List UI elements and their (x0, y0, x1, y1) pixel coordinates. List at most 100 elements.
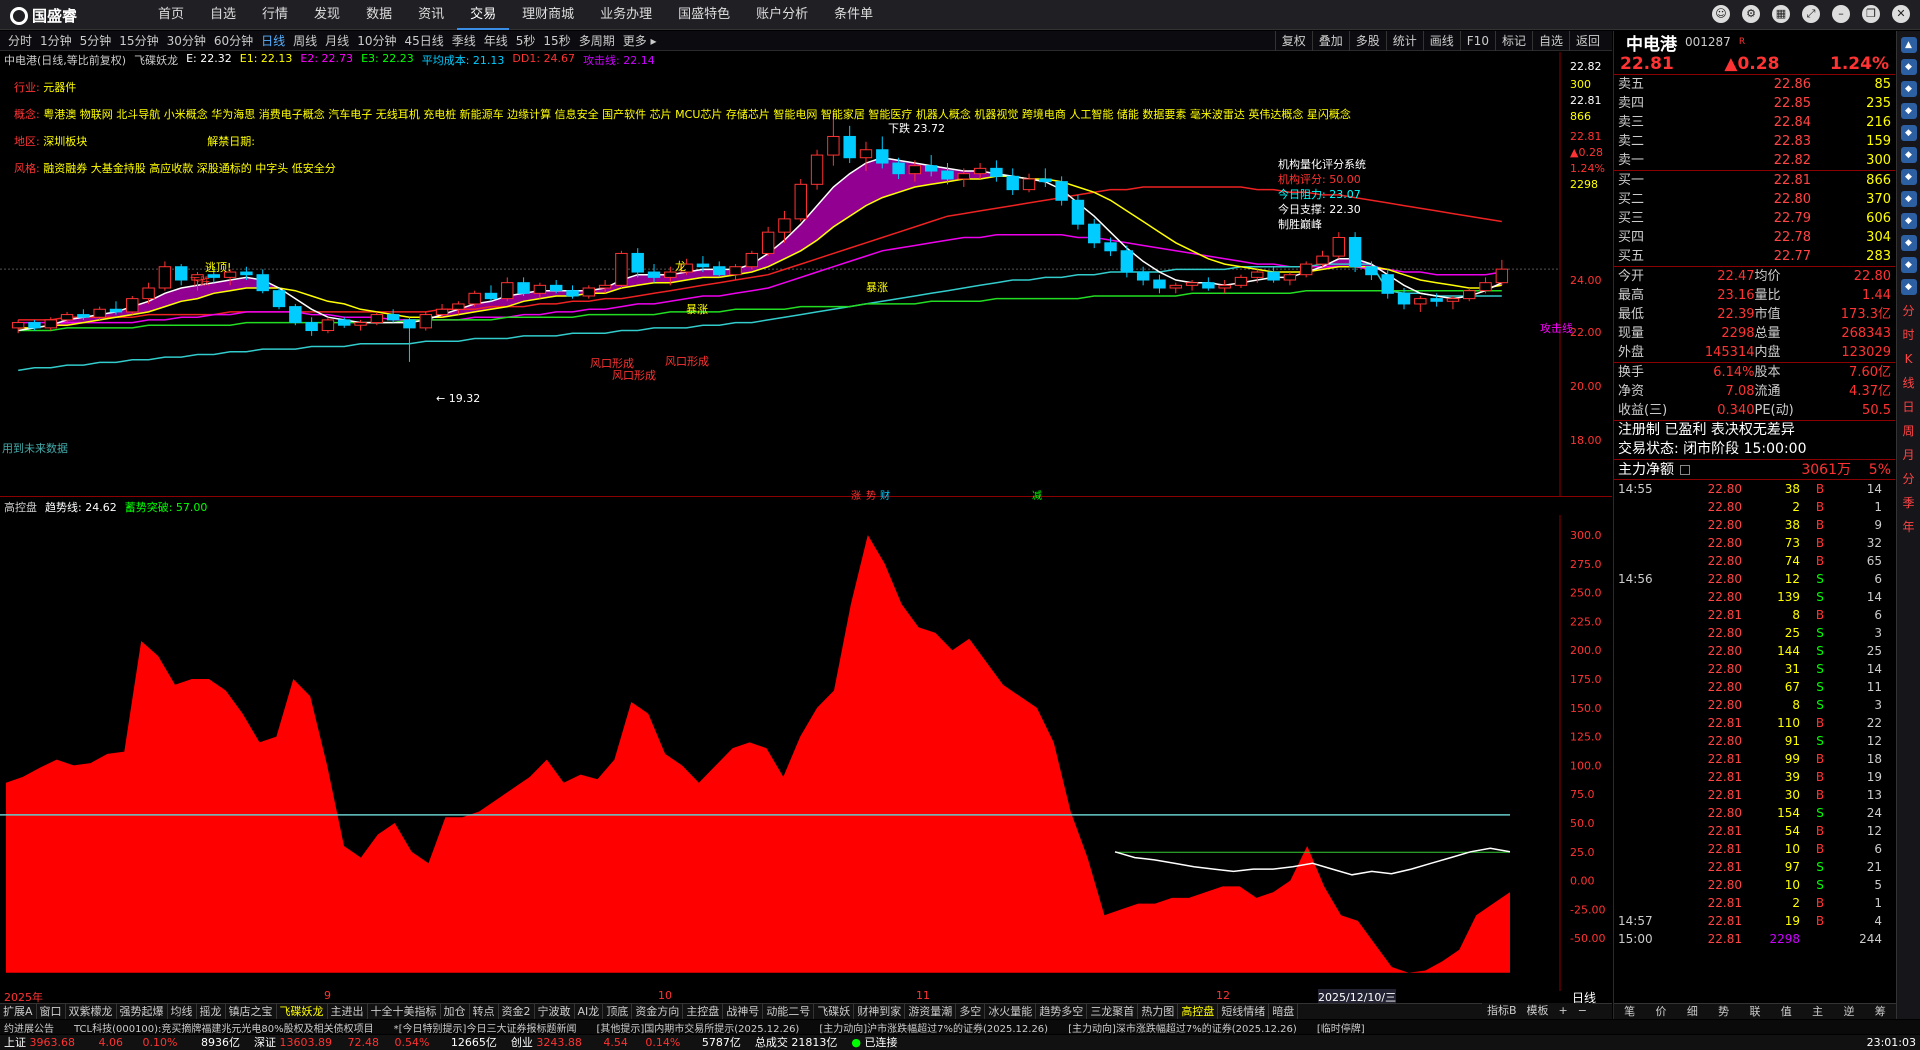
news-item[interactable]: [其他提示]国内期市交易所提示(2025.12.26) (596, 1020, 799, 1034)
tool-1[interactable]: 叠加 (1311, 31, 1349, 51)
book-row[interactable]: 买四 22.78 304 (1614, 228, 1895, 247)
period-4[interactable]: 30分钟 (163, 31, 210, 51)
indicator-tab-16[interactable]: 资金方向 (632, 1004, 684, 1019)
minimize-icon[interactable]: – (1832, 5, 1850, 23)
period-1[interactable]: 1分钟 (36, 31, 76, 51)
indicator-tab-30[interactable]: 暗盘 (1269, 1004, 1299, 1019)
side-text-8[interactable]: 季 (1901, 495, 1917, 511)
sz-index[interactable]: 深证 13603.89 72.48 0.54% 12665亿 (254, 1035, 497, 1050)
indicator-tab-26[interactable]: 三龙聚首 (1087, 1004, 1139, 1019)
indicator2-chart[interactable]: 300.0 275.0 250.0 225.0 200.0 175.0 150.0 125.0… (0, 515, 1612, 991)
period-8[interactable]: 月线 (321, 31, 353, 51)
tick-tab-0[interactable]: 笔 (1614, 1004, 1645, 1019)
tool-3[interactable]: 统计 (1385, 31, 1423, 51)
side-text-6[interactable]: 月 (1901, 447, 1917, 463)
indicator-tab-9[interactable]: 十全十美指标 (368, 1004, 441, 1019)
period-6[interactable]: 日线 (257, 31, 289, 51)
indicator-right-2[interactable]: + (1554, 1003, 1573, 1019)
indicator-tab-24[interactable]: 冰火量能 (985, 1004, 1037, 1019)
menu-3[interactable]: 发现 (301, 0, 353, 30)
tool-0[interactable]: 复权 (1274, 31, 1312, 51)
menu-5[interactable]: 资讯 (405, 0, 457, 30)
book-row[interactable]: 买二 22.80 370 (1614, 190, 1895, 209)
period-5[interactable]: 60分钟 (210, 31, 257, 51)
gear-icon[interactable]: ⚙ (1742, 5, 1760, 23)
period-3[interactable]: 15分钟 (115, 31, 162, 51)
cy-index[interactable]: 创业 3243.88 4.54 0.14% 5787亿 (511, 1035, 741, 1050)
period-2[interactable]: 5分钟 (76, 31, 116, 51)
restore-icon[interactable]: ❐ (1862, 5, 1880, 23)
indicator-tab-0[interactable]: 扩展A (0, 1004, 37, 1019)
menu-10[interactable]: 账户分析 (743, 0, 821, 30)
book-row[interactable]: 买三 22.79 606 (1614, 209, 1895, 228)
side-text-5[interactable]: 周 (1901, 423, 1917, 439)
news-item[interactable]: TCL科技(000100):竞买摘牌福建兆元光电80%股权及相关债权项目 (74, 1020, 374, 1034)
indicator-tab-10[interactable]: 加仓 (441, 1004, 470, 1019)
indicator-tab-22[interactable]: 游资量潮 (905, 1004, 957, 1019)
menu-6[interactable]: 交易 (457, 0, 510, 30)
indicator-tab-8[interactable]: 主进出 (328, 1004, 368, 1019)
indicator-right-0[interactable]: 指标B (1482, 1003, 1522, 1019)
tick-tab-7[interactable]: 逆 (1833, 1004, 1864, 1019)
tool-7[interactable]: 自选 (1531, 31, 1569, 51)
indicator-tab-14[interactable]: AI龙 (575, 1004, 604, 1019)
indicator-right-3[interactable]: − (1573, 1003, 1592, 1019)
indicator-tab-2[interactable]: 双紫檬龙 (66, 1004, 117, 1019)
side-a[interactable]: ◆ (1900, 59, 1917, 75)
side-text-9[interactable]: 年 (1901, 519, 1917, 535)
book-row[interactable]: 卖二 22.83 159 (1614, 132, 1895, 151)
menu-11[interactable]: 条件单 (821, 0, 886, 30)
tool-2[interactable]: 多股 (1348, 31, 1386, 51)
indicator-tab-28[interactable]: 高控盘 (1178, 1004, 1219, 1019)
expand-icon[interactable]: ⤢ (1802, 5, 1820, 23)
menu-0[interactable]: 首页 (145, 0, 197, 30)
side-g[interactable]: ◆ (1900, 191, 1917, 207)
period-14[interactable]: 15秒 (539, 31, 574, 51)
indicator-tab-29[interactable]: 短线情绪 (1218, 1004, 1270, 1019)
tick-tab-8[interactable]: 筹 (1865, 1004, 1896, 1019)
indicator-tab-19[interactable]: 动能二号 (763, 1004, 815, 1019)
period-11[interactable]: 季线 (448, 31, 480, 51)
side-text-1[interactable]: 时 (1901, 327, 1917, 343)
side-f[interactable]: ◆ (1900, 169, 1917, 185)
tick-list[interactable]: 14:55 22.80 38 B 14 22.80 2 B 1 22.80 38 B 9 22.80 73 B… (1614, 480, 1895, 948)
tile-icon[interactable]: ▦ (1772, 5, 1790, 23)
period-7[interactable]: 周线 (289, 31, 321, 51)
indicator-tab-11[interactable]: 转点 (470, 1004, 499, 1019)
tick-tab-1[interactable]: 价 (1645, 1004, 1676, 1019)
side-c[interactable]: ◆ (1900, 103, 1917, 119)
sh-index[interactable]: 上证 3963.68 4.06 0.10% 8936亿 (4, 1035, 240, 1050)
indicator-tab-13[interactable]: 宁波敢 (535, 1004, 575, 1019)
menu-1[interactable]: 自选 (197, 0, 249, 30)
side-d[interactable]: ◆ (1900, 125, 1917, 141)
tool-4[interactable]: 画线 (1422, 31, 1460, 51)
book-row[interactable]: 卖五 22.86 85 (1614, 75, 1895, 94)
period-10[interactable]: 45日线 (400, 31, 447, 51)
indicator-tab-20[interactable]: 飞碟妖 (814, 1004, 855, 1019)
period-12[interactable]: 年线 (480, 31, 512, 51)
indicator-tab-21[interactable]: 财神到家 (854, 1004, 906, 1019)
indicator-tab-1[interactable]: 窗口 (37, 1004, 66, 1019)
book-row[interactable]: 卖四 22.85 235 (1614, 94, 1895, 113)
tick-tab-6[interactable]: 主 (1802, 1004, 1833, 1019)
indicator-tab-5[interactable]: 摇龙 (197, 1004, 226, 1019)
side-text-0[interactable]: 分 (1901, 303, 1917, 319)
news-item[interactable]: *[今日特别提示]今日三大证券报标题新闻 (394, 1020, 577, 1034)
side-h[interactable]: ◆ (1900, 213, 1917, 229)
tick-tab-4[interactable]: 联 (1739, 1004, 1770, 1019)
side-j[interactable]: ◆ (1900, 257, 1917, 273)
side-e[interactable]: ◆ (1900, 147, 1917, 163)
tick-tab-5[interactable]: 值 (1771, 1004, 1802, 1019)
book-row[interactable]: 卖三 22.84 216 (1614, 113, 1895, 132)
menu-9[interactable]: 国盛特色 (665, 0, 743, 30)
news-item[interactable]: 约进展公告 (4, 1020, 54, 1034)
news-item[interactable]: [主力动向]沪市涨跌幅超过7%的证券(2025.12.26) (819, 1020, 1048, 1034)
indicator-tab-27[interactable]: 热力图 (1138, 1004, 1179, 1019)
side-text-7[interactable]: 分 (1901, 471, 1917, 487)
menu-2[interactable]: 行情 (249, 0, 301, 30)
menu-4[interactable]: 数据 (353, 0, 405, 30)
indicator-tab-18[interactable]: 战神号 (723, 1004, 764, 1019)
side-k[interactable]: ◆ (1900, 279, 1917, 295)
book-row[interactable]: 买一 22.81 866 (1614, 171, 1895, 190)
indicator-tab-23[interactable]: 多空 (956, 1004, 986, 1019)
